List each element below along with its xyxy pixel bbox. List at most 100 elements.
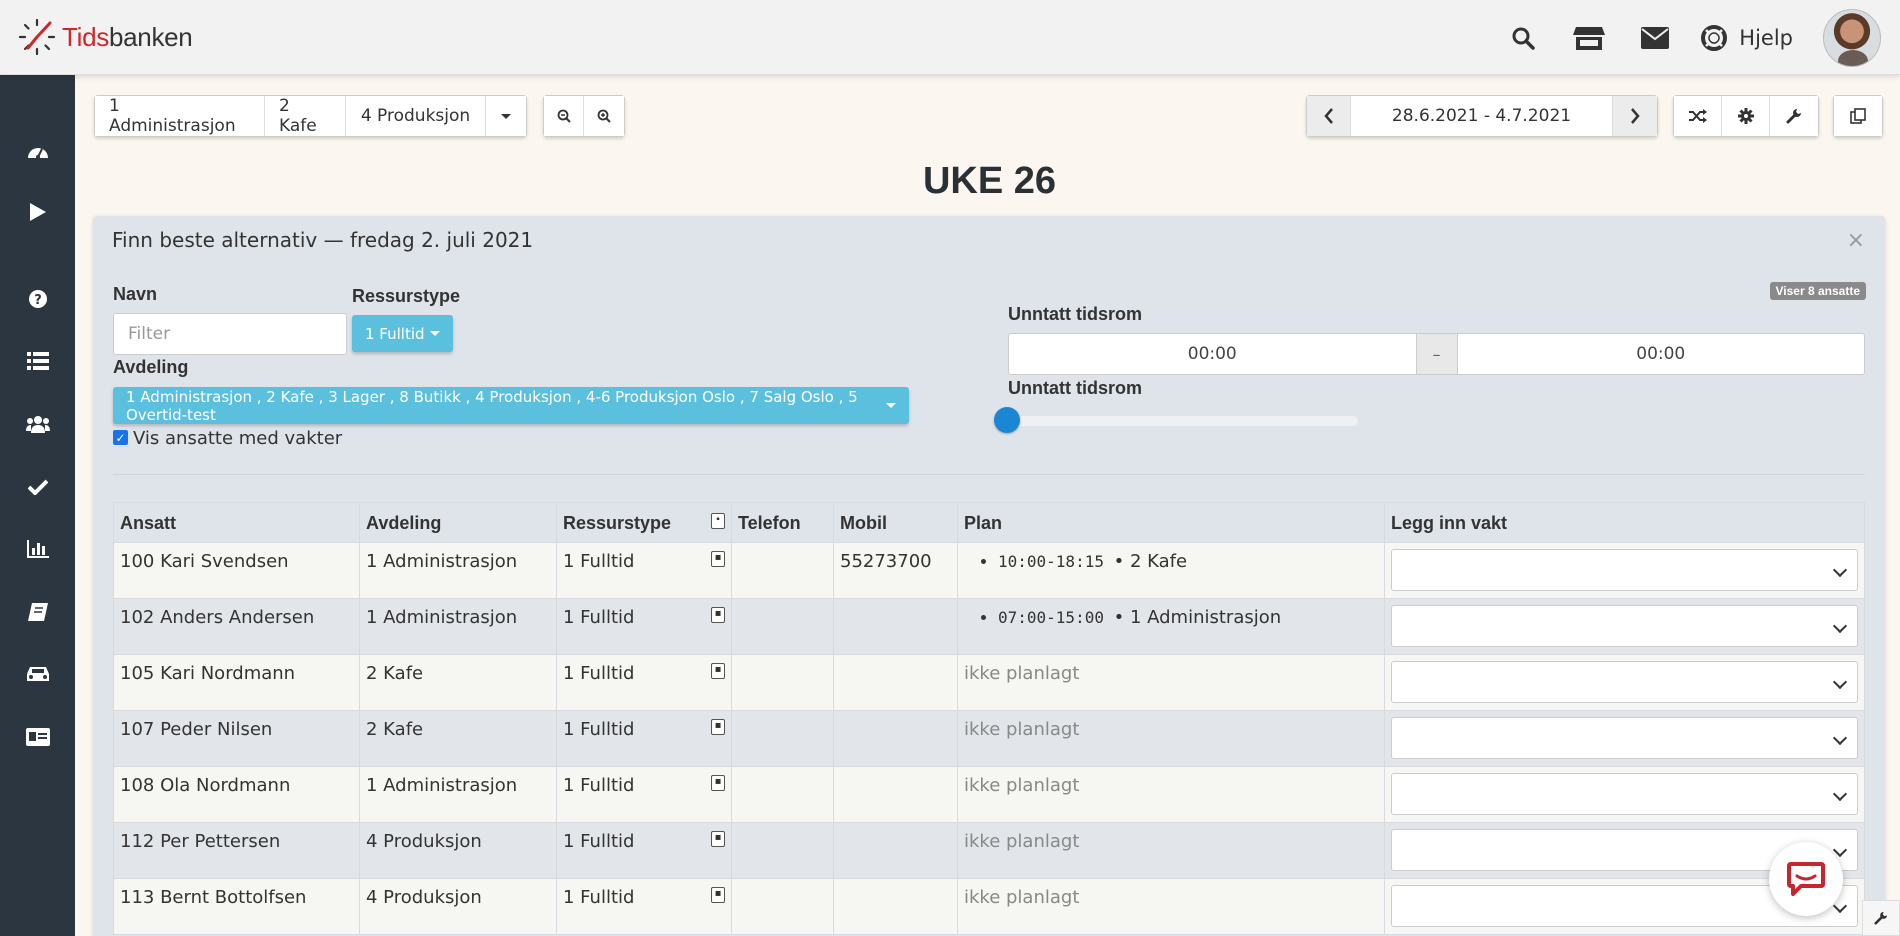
book-icon[interactable]	[0, 592, 75, 632]
phone-cell	[731, 766, 834, 823]
chat-button[interactable]	[1769, 842, 1843, 916]
store-icon[interactable]	[1569, 18, 1609, 58]
phone-cell	[731, 598, 834, 655]
plan-time: 10:00-18:15	[998, 552, 1104, 571]
department-cell: 1 Administrasjon	[359, 766, 557, 823]
add-shift-select[interactable]	[1391, 549, 1858, 591]
resource-cell: 1 Fulltid ▪	[556, 822, 732, 879]
name-label: Navn	[113, 284, 158, 304]
table-row: 112 Per Pettersen 4 Produksjon 1 Fulltid ▪ i…	[113, 822, 1865, 879]
department-cell: 1 Administrasjon	[359, 542, 557, 599]
wrench-button[interactable]	[1770, 96, 1818, 136]
close-icon[interactable]: ×	[1847, 228, 1865, 253]
table-row: 113 Bernt Bottolfsen 4 Produksjon 1 Fullti…	[113, 878, 1865, 935]
mobile-cell	[833, 878, 958, 935]
add-shift-cell	[1384, 654, 1865, 711]
department-dropdown[interactable]: 1 Administrasjon , 2 Kafe , 3 Lager , 8 …	[113, 387, 909, 424]
row-toggle-icon[interactable]: ▪	[711, 551, 725, 567]
col-resource[interactable]: Ressurstype ▪	[556, 502, 732, 543]
help-link[interactable]: Hjelp	[1701, 24, 1793, 51]
count-badge: Viser 8 ansatte	[1769, 282, 1866, 300]
table-row: 108 Ola Nordmann 1 Administrasjon 1 Fullti…	[113, 766, 1865, 823]
col-employee[interactable]: Ansatt	[113, 502, 360, 543]
col-plan[interactable]: Plan	[957, 502, 1385, 543]
copy-icon	[1850, 108, 1866, 124]
envelope-icon[interactable]	[1635, 18, 1675, 58]
col-phone[interactable]: Telefon	[731, 502, 834, 543]
question-icon[interactable]: ?	[0, 279, 75, 319]
add-shift-select[interactable]	[1391, 661, 1858, 703]
resource-type-label: Ressurstype	[352, 286, 461, 306]
bar-chart-icon[interactable]	[0, 529, 75, 569]
add-shift-select[interactable]	[1391, 717, 1858, 759]
show-with-shifts-label: Vis ansatte med vakter	[133, 428, 343, 449]
name-filter-input[interactable]: Filter	[113, 313, 347, 355]
add-shift-cell	[1384, 710, 1865, 767]
row-toggle-icon[interactable]: ▪	[711, 775, 725, 791]
department-tab-1[interactable]: 1 Administrasjon	[95, 96, 265, 136]
car-icon[interactable]	[0, 654, 75, 694]
resource-type-dropdown[interactable]: 1 Fulltid	[352, 315, 453, 352]
table-row: 105 Kari Nordmann 2 Kafe 1 Fulltid ▪ ikke pl…	[113, 654, 1865, 711]
show-with-shifts-checkbox[interactable]: ✓	[113, 430, 128, 445]
mobile-cell	[833, 822, 958, 879]
wrench-icon[interactable]	[1862, 900, 1900, 936]
time-to-input[interactable]: 00:00	[1458, 334, 1865, 374]
employee-cell: 113 Bernt Bottolfsen	[113, 878, 360, 935]
col-mobile[interactable]: Mobil	[833, 502, 958, 543]
row-toggle-icon[interactable]: ▪	[711, 887, 725, 903]
shuffle-button[interactable]	[1674, 96, 1722, 136]
department-tab-2[interactable]: 2 Kafe	[265, 96, 346, 136]
department-tab-3[interactable]: 4 Produksjon	[346, 96, 486, 136]
table-header-row: Ansatt Avdeling Ressurstype ▪ Telefon Mob…	[113, 502, 1865, 543]
previous-week-button[interactable]	[1307, 96, 1351, 136]
chevron-left-icon	[1323, 108, 1333, 124]
resource-cell: 1 Fulltid ▪	[556, 878, 732, 935]
table-row: 107 Peder Nilsen 2 Kafe 1 Fulltid ▪ ikke pla…	[113, 710, 1865, 767]
row-toggle-icon[interactable]: ▪	[711, 607, 725, 623]
copy-button[interactable]	[1834, 96, 1882, 136]
employee-table: Ansatt Avdeling Ressurstype ▪ Telefon Mob…	[113, 502, 1865, 935]
column-toggle-icon[interactable]: ▪	[711, 513, 725, 529]
add-shift-select[interactable]	[1391, 605, 1858, 647]
mobile-cell	[833, 654, 958, 711]
resource-value: 1 Fulltid	[563, 775, 635, 796]
zoom-in-button[interactable]	[584, 96, 624, 136]
time-from-input[interactable]: 00:00	[1009, 334, 1416, 374]
except-period-slider-track[interactable]	[1008, 416, 1358, 426]
except-period-slider-handle[interactable]	[994, 407, 1020, 433]
settings-button[interactable]	[1722, 96, 1770, 136]
sidebar: ?	[0, 75, 75, 936]
plan-cell: ikke planlagt	[957, 710, 1385, 767]
next-week-button[interactable]	[1613, 96, 1657, 136]
date-range-display[interactable]: 28.6.2021 - 4.7.2021	[1351, 96, 1613, 136]
id-card-icon[interactable]	[0, 717, 75, 757]
employee-cell: 107 Peder Nilsen	[113, 710, 360, 767]
col-department[interactable]: Avdeling	[359, 502, 557, 543]
department-dropdown-button[interactable]	[486, 96, 526, 136]
employee-cell: 100 Kari Svendsen	[113, 542, 360, 599]
logo[interactable]: Tidsbanken	[18, 18, 193, 56]
row-toggle-icon[interactable]: ▪	[711, 719, 725, 735]
tools-group	[1673, 95, 1819, 137]
col-add-shift[interactable]: Legg inn vakt	[1384, 502, 1865, 543]
check-icon[interactable]	[0, 467, 75, 507]
caret-down-icon	[501, 113, 511, 119]
users-icon[interactable]	[0, 404, 75, 444]
phone-cell	[731, 710, 834, 767]
employee-cell: 112 Per Pettersen	[113, 822, 360, 879]
zoom-out-button[interactable]	[544, 96, 584, 136]
avatar[interactable]	[1823, 8, 1881, 67]
list-icon[interactable]	[0, 341, 75, 381]
plan-status: ikke planlagt	[964, 663, 1080, 684]
brand-name-rest: banken	[108, 21, 193, 52]
table-row: 100 Kari Svendsen 1 Administrasjon 1 Fullt…	[113, 542, 1865, 599]
chevron-right-icon	[1631, 108, 1640, 124]
add-shift-cell	[1384, 542, 1865, 599]
search-icon[interactable]	[1503, 18, 1543, 58]
department-tabs: 1 Administrasjon 2 Kafe 4 Produksjon	[94, 95, 527, 137]
add-shift-select[interactable]	[1391, 773, 1858, 815]
phone-cell	[731, 822, 834, 879]
row-toggle-icon[interactable]: ▪	[711, 663, 725, 679]
row-toggle-icon[interactable]: ▪	[711, 831, 725, 847]
